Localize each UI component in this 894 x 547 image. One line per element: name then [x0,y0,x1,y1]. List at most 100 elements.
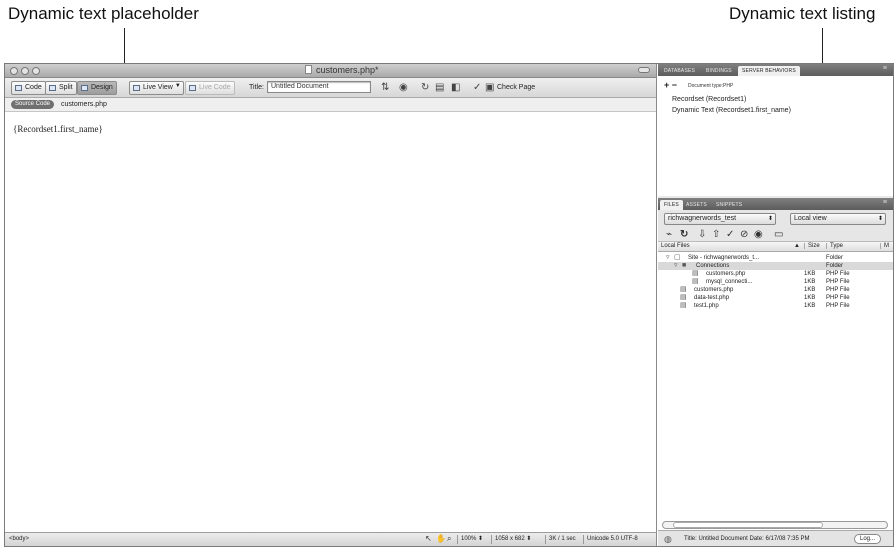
code-view-button[interactable]: Code [11,81,46,95]
design-icon [81,85,88,91]
file-management-icon[interactable]: ⇅ [381,81,389,94]
site-select[interactable]: richwagnerwords_test ⬍ [664,213,776,225]
file-row-mysql-connection[interactable]: ▤ mysql_connecti... 1KB PHP File [658,278,893,286]
modified-header[interactable]: M [880,243,889,249]
toolbar-toggle-icon[interactable] [638,67,650,73]
live-view-icon [133,85,140,91]
files-controls: richwagnerwords_test ⬍ Local view ⬍ [658,210,893,228]
php-file-icon: ▤ [680,294,687,301]
files-header-row: Local Files ▲ Size Type M [658,242,893,252]
zoom-window-icon[interactable] [32,67,40,75]
expand-panel-icon[interactable]: ▭ [774,229,783,241]
file-row-customers[interactable]: ▤ customers.php 1KB PHP File [658,286,893,294]
put-files-icon[interactable]: ⇧ [712,229,720,241]
connect-icon[interactable]: ⌁ [666,229,672,241]
document-type-label: Document type:PHP [688,83,734,89]
php-file-icon: ▤ [692,278,699,285]
file-row-data-test[interactable]: ▤ data-test.php 1KB PHP File [658,294,893,302]
file-row-site[interactable]: ▿ ▢ Site - richwagnerwords_t... Folder [658,254,893,262]
live-code-button[interactable]: Live Code [185,81,235,95]
code-icon [15,85,22,91]
visual-aids-icon[interactable]: ◧ [451,81,460,94]
php-file-icon: ▤ [692,270,699,277]
document-title-input[interactable]: Untitled Document [267,81,371,93]
related-file-customers[interactable]: customers.php [61,101,107,108]
split-view-button[interactable]: Split [45,81,77,95]
view-options-icon[interactable]: ▤ [435,81,444,94]
size-header[interactable]: Size [804,243,820,249]
server-behaviors-panel: + − Document type:PHP Recordset (Records… [658,76,893,196]
tab-snippets[interactable]: SNIPPETS [712,200,746,210]
document-toolbar: Code Split Design Live View ▼ Live Code T… [5,78,656,98]
sort-ascending-icon: ▲ [794,243,800,249]
split-icon [49,85,56,91]
zoom-tool-icon[interactable]: ⌕ [447,534,451,544]
close-window-icon[interactable] [10,67,18,75]
server-panel-tabs: DATABASES BINDINGS SERVER BEHAVIORS ≡ [658,64,893,76]
related-files-bar: Source Code customers.php [5,98,656,112]
tab-bindings[interactable]: BINDINGS [702,66,736,76]
scrollbar-thumb[interactable] [673,522,823,528]
minimize-window-icon[interactable] [21,67,29,75]
tab-assets[interactable]: ASSETS [682,200,711,210]
refresh-icon[interactable]: ↻ [421,81,429,94]
hand-tool-icon[interactable]: ✋ [436,534,446,543]
design-canvas[interactable]: {Recordset1.first_name} [5,112,656,532]
check-page-label[interactable]: Check Page [497,84,535,91]
zoom-level-select[interactable]: 100% ⬍ [457,535,486,544]
php-file-icon: ▤ [680,286,687,293]
tab-server-behaviors[interactable]: SERVER BEHAVIORS [738,66,800,76]
select-tool-icon[interactable]: ↖ [425,534,432,543]
files-status-bar: ◍ Title: Untitled Document Date: 6/17/08… [658,530,893,546]
disclosure-open-icon[interactable]: ▿ [666,254,670,262]
check-page-icon[interactable]: ▣ [485,81,494,94]
get-files-icon[interactable]: ⇩ [698,229,706,241]
file-row-test1[interactable]: ▤ test1.php 1KB PHP File [658,302,893,310]
php-file-icon [305,65,312,74]
tag-selector[interactable]: <body> [9,536,29,542]
file-row-connections-customers[interactable]: ▤ customers.php 1KB PHP File [658,270,893,278]
document-window: customers.php* Code Split Design Live Vi… [5,64,657,546]
check-out-icon[interactable]: ✓ [726,229,734,241]
synchronize-icon[interactable]: ◉ [754,229,763,241]
design-view-button[interactable]: Design [77,81,117,95]
server-behavior-dynamic-text[interactable]: Dynamic Text (Recordset1.first_name) [672,107,791,114]
title-label: Title: [249,84,264,91]
files-horizontal-scrollbar[interactable] [662,521,888,529]
check-in-icon[interactable]: ⊘ [740,229,748,241]
download-size: 3K / 1 sec [545,535,579,544]
dreamweaver-app: customers.php* Code Split Design Live Vi… [4,63,894,547]
validate-markup-icon[interactable]: ✓ [473,81,481,94]
site-folder-icon: ▢ [674,254,681,261]
status-bar: <body> ↖ ✋ ⌕ 100% ⬍ 1058 x 682 ⬍ 3K / 1 … [5,532,656,546]
encoding-indicator: Unicode 5.0 UTF-8 [583,535,641,544]
files-panel-tabs: FILES ASSETS SNIPPETS ≡ [658,198,893,210]
window-size-select[interactable]: 1058 x 682 ⬍ [491,535,534,544]
tab-files[interactable]: FILES [660,200,683,210]
preview-in-browser-icon[interactable]: ◉ [399,81,408,94]
file-row-connections[interactable]: ▿ ■ Connections Folder [658,262,893,270]
file-info-text: Title: Untitled Document Date: 6/17/08 7… [684,536,810,542]
add-remove-behavior-icon[interactable]: + − [664,80,677,90]
type-header[interactable]: Type [826,243,843,249]
folder-icon: ■ [682,262,687,269]
disclosure-open-icon[interactable]: ▿ [674,262,678,270]
tab-databases[interactable]: DATABASES [660,66,699,76]
window-title: customers.php* [305,65,379,75]
source-code-tab[interactable]: Source Code [11,100,55,109]
select-arrows-icon: ⬍ [877,216,883,222]
select-arrows-icon: ⬍ [767,216,773,222]
refresh-icon[interactable]: ↻ [680,229,688,241]
log-button[interactable]: Log... [853,534,881,544]
files-panel-menu-icon[interactable]: ≡ [883,199,887,206]
live-view-button[interactable]: Live View ▼ [129,81,184,95]
files-toolbar: ⌁ ↻ ⇩ ⇧ ✓ ⊘ ◉ ▭ [658,228,893,242]
dynamic-text-placeholder[interactable]: {Recordset1.first_name} [13,124,103,134]
php-file-icon: ▤ [680,302,687,309]
globe-icon: ◍ [664,534,672,544]
panel-menu-icon[interactable]: ≡ [883,65,887,72]
view-select[interactable]: Local view ⬍ [790,213,886,225]
local-files-header[interactable]: Local Files ▲ [658,243,804,249]
callout-dynamic-text-listing: Dynamic text listing [729,4,876,23]
server-behavior-recordset[interactable]: Recordset (Recordset1) [672,96,746,103]
